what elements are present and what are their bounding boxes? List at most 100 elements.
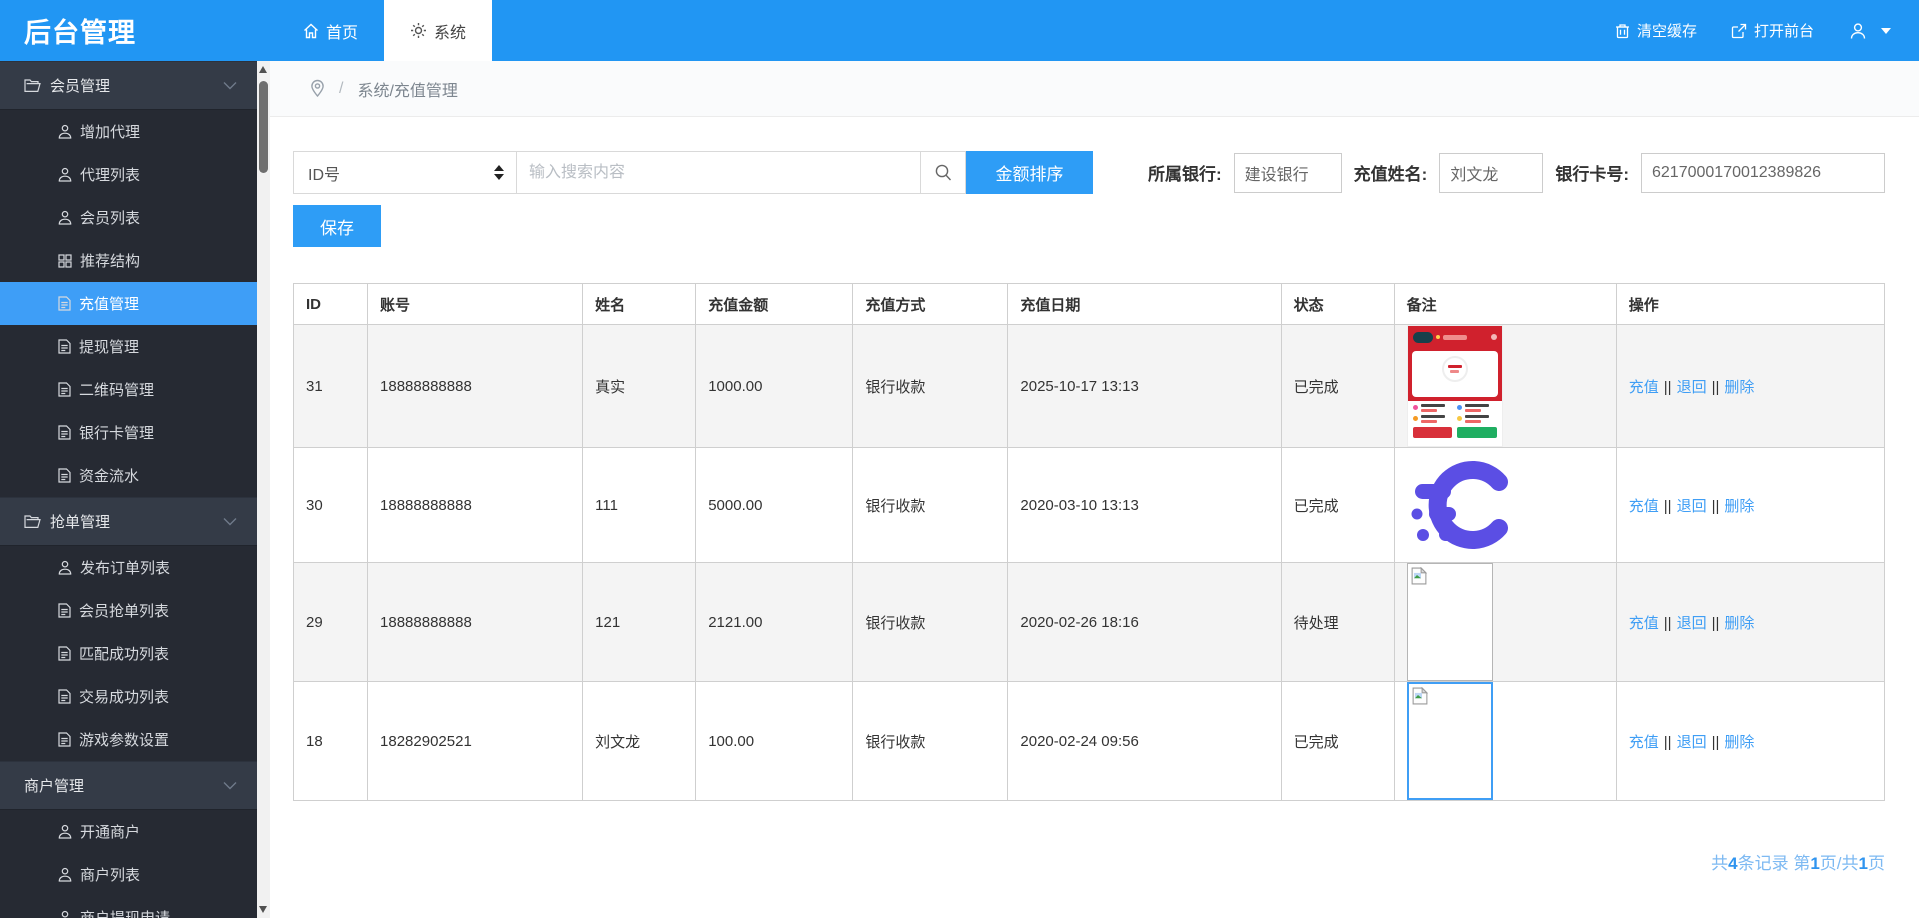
sidebar-item-0-1[interactable]: 代理列表	[0, 153, 257, 196]
delete-link[interactable]: 删除	[1724, 498, 1754, 515]
refund-link[interactable]: 退回	[1677, 734, 1707, 751]
sidebar-item-0-5[interactable]: 提现管理	[0, 325, 257, 368]
remark-image-purple-logo[interactable]	[1407, 457, 1616, 553]
save-button[interactable]: 保存	[293, 205, 381, 247]
sidebar-item-label: 发布订单列表	[80, 560, 171, 577]
table-row: 29 18888888888 121 2121.00 银行收款 2020-02-26 18…	[292, 562, 1886, 682]
refund-link[interactable]: 退回	[1677, 615, 1707, 632]
cell-actions: 充值 || 退回 || 删除	[1615, 681, 1886, 801]
clear-cache-button[interactable]: 清空缓存	[1615, 20, 1697, 41]
page-scrollbar[interactable]	[257, 61, 270, 918]
remark-image-broken-placeholder[interactable]	[1406, 563, 1493, 681]
sidebar-item-0-6[interactable]: 二维码管理	[0, 368, 257, 411]
recharge-link[interactable]: 充值	[1629, 379, 1659, 396]
tab-home-label: 首页	[326, 24, 359, 42]
tab-home[interactable]: 首页	[277, 0, 384, 61]
sidebar-item-0-3[interactable]: 推荐结构	[0, 239, 257, 282]
refund-link[interactable]: 退回	[1677, 379, 1707, 396]
delete-link[interactable]: 删除	[1724, 734, 1754, 751]
sidebar-item-0-7[interactable]: 银行卡管理	[0, 411, 257, 454]
file-icon	[58, 425, 71, 440]
user-icon	[58, 124, 72, 139]
sidebar-item-0-4[interactable]: 充值管理	[0, 282, 257, 325]
cell-status: 已完成	[1280, 681, 1395, 801]
cell-status: 待处理	[1280, 562, 1395, 682]
broken-image-icon	[1411, 567, 1489, 585]
sidebar-item-1-4[interactable]: 游戏参数设置	[0, 718, 257, 761]
pagination-text: 页/共	[1819, 854, 1859, 873]
sidebar-item-0-8[interactable]: 资金流水	[0, 454, 257, 497]
recharge-name-field[interactable]	[1439, 152, 1544, 193]
file-icon	[58, 296, 71, 311]
sidebar-item-label: 游戏参数设置	[79, 732, 170, 749]
cell-amount: 2121.00	[695, 562, 854, 682]
recharge-link[interactable]: 充值	[1629, 734, 1659, 751]
sidebar-item-1-3[interactable]: 交易成功列表	[0, 675, 257, 718]
user-menu[interactable]	[1848, 21, 1891, 41]
sidebar-section-0[interactable]: 会员管理	[0, 61, 257, 110]
sidebar-item-1-2[interactable]: 匹配成功列表	[0, 632, 257, 675]
search-icon	[934, 163, 953, 182]
cell-account: 18888888888	[367, 562, 584, 682]
search-input[interactable]	[517, 151, 921, 194]
action-separator: ||	[1711, 497, 1720, 515]
sidebar-item-0-0[interactable]: 增加代理	[0, 110, 257, 153]
cell-actions: 充值 || 退回 || 删除	[1615, 447, 1886, 563]
sidebar-item-label: 会员抢单列表	[79, 603, 170, 620]
column-header-0: ID	[292, 283, 369, 325]
search-button[interactable]	[921, 151, 966, 194]
pagination-number: 1	[1810, 854, 1820, 873]
cell-amount: 1000.00	[695, 324, 854, 448]
recharge-link[interactable]: 充值	[1629, 615, 1659, 632]
sidebar-item-label: 会员列表	[80, 210, 141, 227]
cell-name: 真实	[582, 324, 697, 448]
amount-sort-button[interactable]: 金额排序	[966, 151, 1093, 194]
table-row: 30 18888888888 111 5000.00 银行收款 2020-03-10 13…	[292, 447, 1886, 563]
cell-name: 111	[582, 447, 697, 563]
sidebar-item-1-1[interactable]: 会员抢单列表	[0, 589, 257, 632]
pagination-number: 4	[1728, 854, 1738, 873]
broken-image-icon	[1412, 687, 1488, 705]
sidebar-item-0-2[interactable]: 会员列表	[0, 196, 257, 239]
column-header-7: 备注	[1393, 283, 1617, 325]
bank-field[interactable]	[1233, 152, 1342, 193]
column-header-3: 充值金额	[695, 283, 854, 325]
scroll-up-arrow-icon[interactable]	[259, 66, 267, 73]
delete-link[interactable]: 删除	[1724, 615, 1754, 632]
gear-icon	[410, 22, 427, 39]
cell-date: 2020-02-26 18:16	[1007, 562, 1282, 682]
scroll-down-arrow-icon[interactable]	[259, 906, 267, 913]
search-field-select[interactable]: ID号	[293, 151, 517, 194]
action-separator: ||	[1711, 378, 1720, 396]
cell-status: 已完成	[1280, 324, 1395, 448]
file-icon	[58, 732, 71, 747]
remark-image-app-screenshot[interactable]	[1406, 325, 1503, 447]
cell-method: 银行收款	[852, 562, 1009, 682]
scrollbar-thumb[interactable]	[259, 81, 268, 173]
sidebar-item-2-2[interactable]: 商户提现申请	[0, 896, 257, 918]
cell-remark	[1393, 447, 1617, 563]
cell-id: 18	[292, 681, 369, 801]
card-number-field[interactable]	[1641, 152, 1885, 193]
select-updown-icon	[494, 165, 504, 180]
refund-link[interactable]: 退回	[1677, 498, 1707, 515]
table-header-row: ID 账号 姓名 充值金额 充值方式 充值日期 状态 备注 操作	[292, 283, 1886, 325]
delete-link[interactable]: 删除	[1724, 379, 1754, 396]
column-header-1: 账号	[367, 283, 584, 325]
remark-image-broken-placeholder[interactable]	[1406, 682, 1493, 800]
breadcrumb-path: 系统/充值管理	[357, 82, 458, 100]
open-frontend-button[interactable]: 打开前台	[1731, 20, 1814, 41]
sidebar-item-2-1[interactable]: 商户列表	[0, 853, 257, 896]
sidebar-item-label: 二维码管理	[79, 382, 155, 399]
sidebar-item-1-0[interactable]: 发布订单列表	[0, 546, 257, 589]
cell-method: 银行收款	[852, 324, 1009, 448]
tab-system[interactable]: 系统	[384, 0, 493, 61]
location-pin-icon	[310, 79, 325, 98]
recharge-link[interactable]: 充值	[1629, 498, 1659, 515]
table-row: 31 18888888888 真实 1000.00 银行收款 2025-10-17 13:…	[292, 324, 1886, 448]
sidebar-item-2-0[interactable]: 开通商户	[0, 810, 257, 853]
action-separator: ||	[1663, 378, 1672, 396]
sidebar-section-2[interactable]: 商户管理	[0, 761, 257, 810]
sidebar-section-1[interactable]: 抢单管理	[0, 497, 257, 546]
card-number-label: 银行卡号:	[1555, 165, 1629, 184]
